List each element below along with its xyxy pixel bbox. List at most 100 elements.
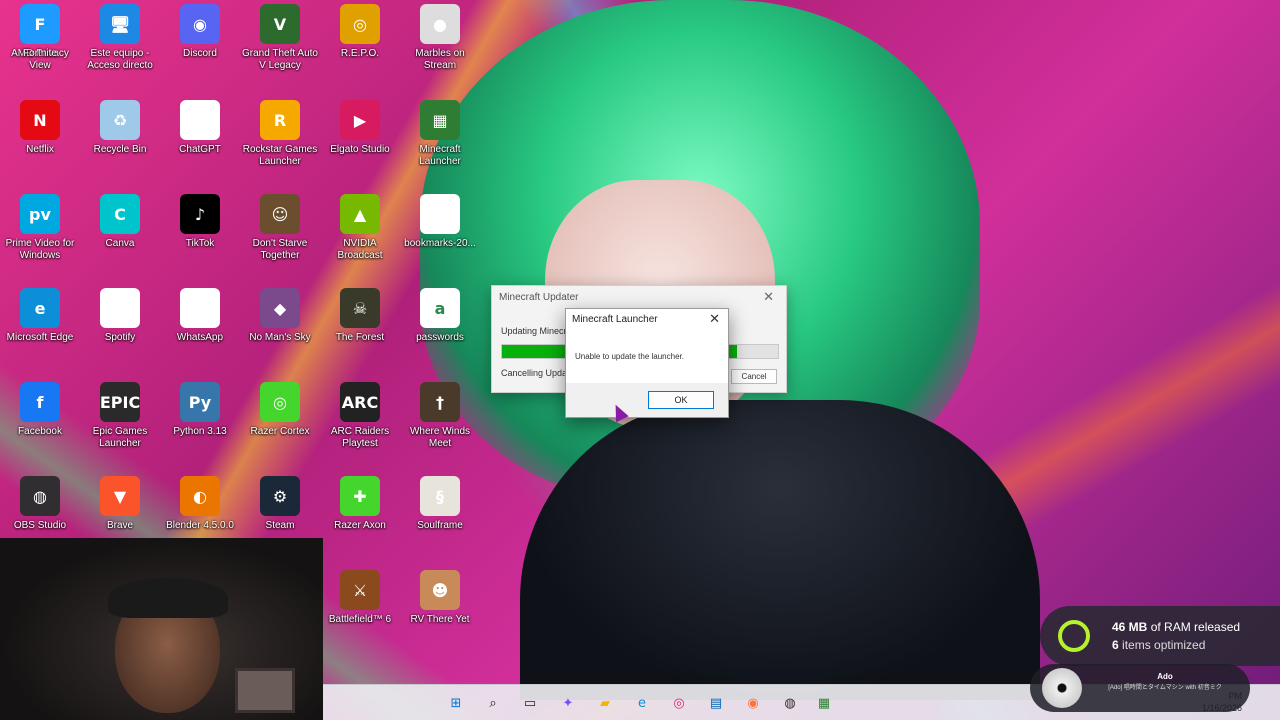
desktop-icon-label: bookmarks-20...: [404, 238, 476, 249]
desktop-icon[interactable]: f Facebook: [0, 378, 80, 468]
app-icon: ♪: [180, 194, 220, 234]
taskbar-edge-icon[interactable]: e: [632, 693, 652, 713]
desktop-icon[interactable]: ◎ Razer Cortex: [240, 378, 320, 468]
desktop-icon[interactable]: bookmarks-20...: [400, 190, 480, 280]
desktop-icon[interactable]: ♻ Recycle Bin: [80, 96, 160, 186]
desktop-icon-label: Facebook: [18, 426, 62, 437]
desktop-icon-label: Netflix: [26, 144, 54, 155]
app-icon: ☺: [260, 194, 300, 234]
app-icon: ▼: [100, 476, 140, 516]
desktop-icon-label: OBS Studio: [13, 520, 67, 531]
desktop-icon[interactable]: Py Python 3.13: [160, 378, 240, 468]
desktop-icon-label: Where Winds Meet: [409, 426, 470, 449]
desktop-icon[interactable]: F Fortnite: [0, 0, 80, 90]
desktop-icon[interactable]: ♪ TikTok: [160, 190, 240, 280]
desktop-icon[interactable]: ◉ Discord: [160, 0, 240, 90]
desktop-icon-label: Soulframe: [417, 520, 463, 531]
desktop-icon-label: WhatsApp: [176, 332, 224, 343]
desktop-icon-label: Elgato Studio: [330, 144, 390, 155]
desktop-icon[interactable]: ◎ R.E.P.O.: [320, 0, 400, 90]
taskbar-store-icon[interactable]: ▤: [706, 693, 726, 713]
app-icon: ♻: [100, 100, 140, 140]
desktop-icon-label: ARC Raiders Playtest: [330, 426, 390, 449]
desktop-icon[interactable]: ☻ RV There Yet: [400, 566, 480, 656]
desktop-icon-label: ChatGPT: [179, 144, 221, 155]
app-icon: F: [20, 4, 60, 44]
desktop-icon-label: Python 3.13: [173, 426, 227, 437]
app-icon: ◉: [180, 4, 220, 44]
music-widget[interactable]: Ado [Ado] 唱時間とタイムマシン with 初音ミク: [1030, 664, 1250, 712]
taskbar-instagram-icon[interactable]: ◎: [669, 693, 689, 713]
taskbar-firefox-icon[interactable]: ◉: [743, 693, 763, 713]
desktop-icon-label: Grand Theft Auto V Legacy: [242, 48, 318, 71]
ram-notification: 46 MB of RAM released 6 items optimized: [1040, 606, 1280, 666]
desktop-icon[interactable]: † Where Winds Meet: [400, 378, 480, 468]
desktop-icon[interactable]: 🖥 Este equipo - Acceso directo: [80, 0, 160, 90]
app-icon: ☻: [420, 570, 460, 610]
taskbar-file-explorer-icon[interactable]: ▰: [595, 693, 615, 713]
app-icon: 🖥: [100, 4, 140, 44]
desktop-icon-label: Discord: [183, 48, 217, 59]
webcam-overlay: [0, 538, 323, 720]
desktop-icon[interactable]: ✚ Razer Axon: [320, 472, 400, 562]
desktop-icon-label: Battlefield™ 6: [328, 614, 392, 625]
desktop-icon[interactable]: ☠ The Forest: [320, 284, 400, 374]
desktop-icon[interactable]: a passwords: [400, 284, 480, 374]
desktop-icon-label: Marbles on Stream: [415, 48, 465, 71]
desktop-icon[interactable]: WhatsApp: [160, 284, 240, 374]
desktop-icon-label: Epic Games Launcher: [92, 426, 148, 449]
taskbar-minecraft-icon[interactable]: ▦: [814, 693, 834, 713]
desktop-icon[interactable]: R Rockstar Games Launcher: [240, 96, 320, 186]
app-icon: ◎: [340, 4, 380, 44]
app-icon: pv: [20, 194, 60, 234]
dialog-ok-button[interactable]: OK: [648, 391, 714, 409]
desktop-icon[interactable]: ● Marbles on Stream: [400, 0, 480, 90]
app-icon: ◎: [260, 382, 300, 422]
desktop-icon-label: No Man's Sky: [249, 332, 311, 343]
desktop-icon[interactable]: e Microsoft Edge: [0, 284, 80, 374]
desktop-icon[interactable]: ☺ Don't Starve Together: [240, 190, 320, 280]
desktop-icon[interactable]: pv Prime Video for Windows: [0, 190, 80, 280]
app-icon: ⚔: [340, 570, 380, 610]
desktop-icon[interactable]: ▲ NVIDIA Broadcast: [320, 190, 400, 280]
app-icon: C: [100, 194, 140, 234]
taskbar-task-view-icon[interactable]: ▭: [520, 693, 540, 713]
taskbar-copilot-icon[interactable]: ✦: [558, 693, 578, 713]
dialog-close-icon[interactable]: ✕: [709, 311, 720, 327]
app-icon: ▦: [420, 100, 460, 140]
desktop-icon-label: Razer Cortex: [250, 426, 310, 437]
app-icon: ◐: [180, 476, 220, 516]
desktop-icon[interactable]: ◆ No Man's Sky: [240, 284, 320, 374]
app-icon: [420, 194, 460, 234]
taskbar-start-icon[interactable]: ⊞: [446, 693, 466, 713]
app-icon: R: [260, 100, 300, 140]
desktop-icon[interactable]: C Canva: [80, 190, 160, 280]
desktop-icon[interactable]: N Netflix: [0, 96, 80, 186]
desktop-icon-label: RV There Yet: [410, 614, 470, 625]
taskbar-search-icon[interactable]: ⌕: [483, 693, 503, 713]
desktop-icon[interactable]: § Soulframe: [400, 472, 480, 562]
desktop-icon[interactable]: Spotify: [80, 284, 160, 374]
app-icon: ⚙: [260, 476, 300, 516]
desktop-icon-label: Recycle Bin: [93, 144, 147, 155]
desktop-icon[interactable]: ARC ARC Raiders Playtest: [320, 378, 400, 468]
desktop-icon[interactable]: ▶ Elgato Studio: [320, 96, 400, 186]
taskbar-obs-icon[interactable]: ◍: [780, 693, 800, 713]
desktop-icon-label: Steam: [265, 520, 295, 531]
desktop-icon[interactable]: ⚔ Battlefield™ 6: [320, 566, 400, 656]
desktop-icon[interactable]: ▦ Minecraft Launcher: [400, 96, 480, 186]
app-icon: ☠: [340, 288, 380, 328]
desktop-icon-label: TikTok: [185, 238, 215, 249]
updater-cancel-button[interactable]: Cancel: [731, 369, 777, 384]
desktop-icon[interactable]: EPIC Epic Games Launcher: [80, 378, 160, 468]
app-icon: †: [420, 382, 460, 422]
dialog-message: Unable to update the launcher.: [566, 331, 728, 383]
app-icon: ●: [420, 4, 460, 44]
updater-close-icon[interactable]: ✕: [763, 289, 774, 305]
webcam-headphones: [108, 578, 228, 618]
webcam-picture-frame: [235, 668, 295, 713]
app-icon: ✚: [340, 476, 380, 516]
notif-line-items: 6 items optimized: [1112, 638, 1206, 652]
desktop-icon[interactable]: ChatGPT: [160, 96, 240, 186]
desktop-icon[interactable]: V Grand Theft Auto V Legacy: [240, 0, 320, 90]
